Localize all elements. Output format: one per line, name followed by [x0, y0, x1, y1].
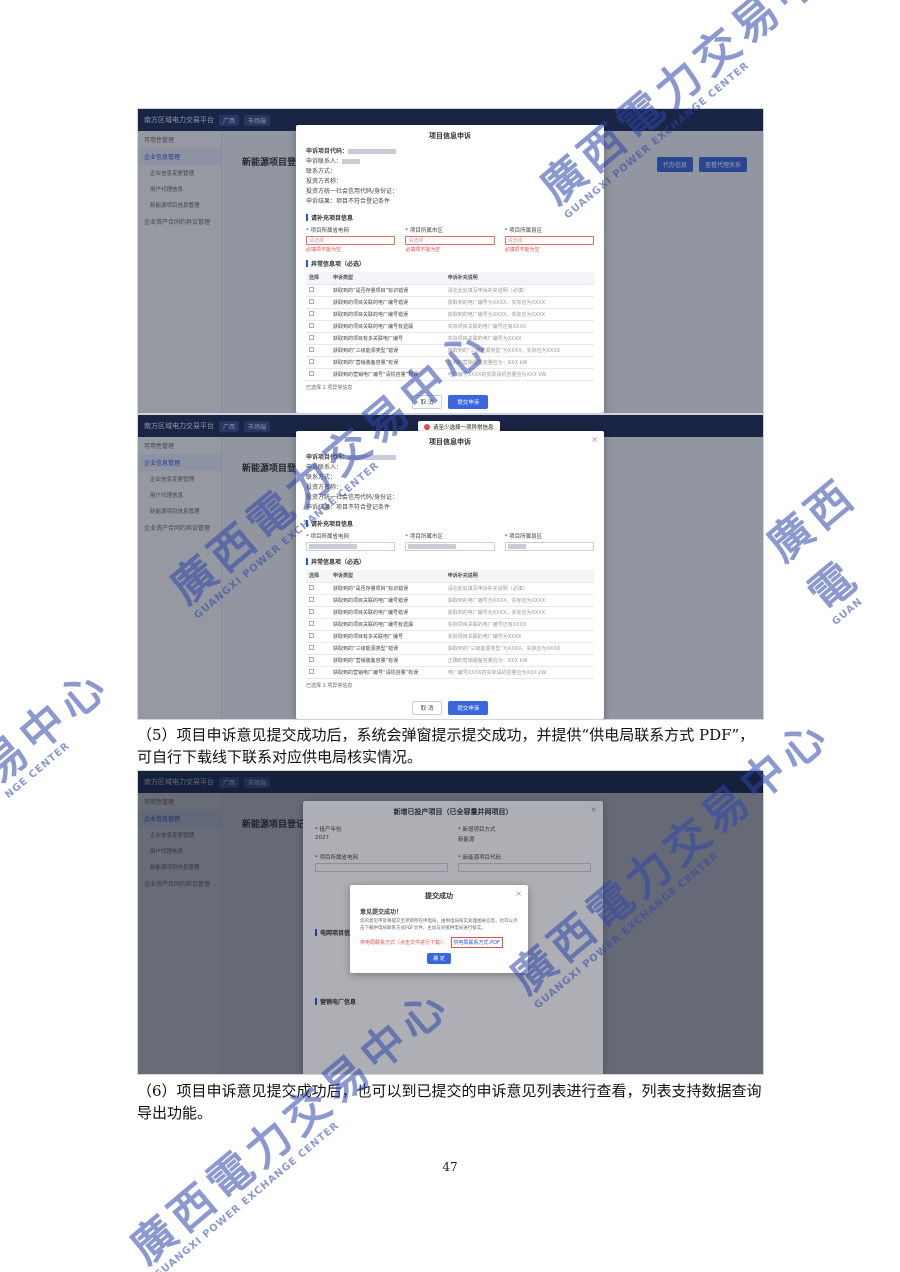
paragraph-step5: （5）项目申诉意见提交成功后，系统会弹窗提示提交成功，并提供“供电局联系方式 P…	[137, 726, 755, 766]
watermark-logo: 易中心 NGE CENTER	[0, 658, 120, 801]
modal-title: 项目信息申诉	[429, 438, 471, 446]
anomaly-table: 选择 申诉类型 申诉补充说明 获取到的“是否存量项目”标识错误 请在此处填写申诉补充说…	[306, 570, 594, 679]
section-title: 异常信息项（必选）	[306, 259, 594, 268]
section-title: 请补充项目信息	[306, 213, 594, 222]
selected-count: 已选择 1 项异常信息	[306, 384, 353, 391]
anomaly-table: 选择 申诉类型 申诉补充说明 获取到的“是否存量项目”标识错误 请在此处填写申诉补…	[306, 272, 594, 381]
table-row: 获取到的项目关联的电厂编号错误 获取到的电厂编号为XXXX，实际应为XXXX	[306, 308, 594, 321]
row-checkbox[interactable]	[309, 632, 314, 638]
row-checkbox[interactable]	[309, 656, 314, 662]
info-row: 投资方名称：	[306, 178, 343, 185]
watermark-logo: 廣西電 GUAN	[757, 468, 870, 628]
table-row: 获取到的项目关联的电厂编号有遗漏 实际项目关联的电厂编号还有XXXX	[306, 320, 594, 333]
county-select[interactable]	[504, 542, 594, 551]
city-select[interactable]	[405, 542, 495, 551]
close-icon[interactable]: ×	[591, 435, 598, 444]
row-checkbox[interactable]	[309, 286, 314, 292]
cancel-button[interactable]: 取 消	[411, 701, 443, 715]
row-checkbox[interactable]	[309, 370, 314, 376]
success-dialog: 提交成功 × 意见提交成功！ 您的意见申诉将提交至项目所在供电局，由供电局核实处…	[350, 885, 528, 973]
link-label: 供电局联系方式（点击文件进行下载）：	[360, 940, 448, 946]
row-checkbox[interactable]	[309, 298, 314, 304]
paragraph-step6: （6）项目申诉意见提交成功后，也可以到已提交的申诉意见列表进行查看，列表支持数据…	[137, 1082, 762, 1122]
info-row: 申诉项目代码：	[306, 147, 594, 157]
page-number: 47	[442, 1160, 458, 1174]
dialog-heading: 意见提交成功！	[360, 909, 403, 916]
row-checkbox[interactable]	[309, 596, 314, 602]
submit-appeal-button[interactable]: 提交申诉	[448, 395, 489, 409]
submit-appeal-button[interactable]: 提交申诉	[448, 701, 489, 715]
table-row: 获取到的“三级能源类型”错误 获取到的“三级能源类型”为XXXX，实际应为XXXX	[306, 344, 594, 357]
province-grid-select[interactable]	[306, 542, 396, 551]
row-checkbox[interactable]	[309, 310, 314, 316]
table-row: 获取到的“营销装备容量”有误 正确的营销装备容量应为：XXX kW	[306, 356, 594, 369]
screenshot-submit-success: 南方区域电力交易平台 广西 市场端 可用性管理 企业信息管理 企业信息变更管理 …	[137, 770, 764, 1075]
table-row: 获取到的项目有多关联电厂编号 实际项目关联的电厂编号为XXXX	[306, 332, 594, 345]
field-error: 必填项不能为空	[306, 247, 342, 253]
info-row: 联系方式：	[306, 168, 337, 175]
column-header: 申诉补充说明	[444, 272, 594, 285]
dialog-body: 您的意见申诉将提交至项目所在供电局，由供电局核实处理相关信息，也可以点击下载供电…	[360, 919, 518, 931]
close-icon[interactable]: ×	[515, 889, 522, 898]
table-row: 获取到的“营销装备容量”有误 正确的营销装备容量应为：XXX kW	[306, 654, 594, 667]
cancel-button[interactable]: 取 消	[411, 395, 443, 409]
error-icon	[424, 424, 430, 430]
row-checkbox[interactable]	[309, 322, 314, 328]
pdf-download-link[interactable]: 供电局联系方式.PDF	[450, 937, 503, 948]
ok-button[interactable]: 确 定	[427, 953, 451, 964]
field-error: 必填项不能为空	[504, 247, 540, 253]
info-row: 投资方统一社会信用代码/身份证：	[306, 188, 399, 195]
appeal-modal: 项目信息申诉 × 申诉项目代码： 申诉联系人： 联系方式： 投资方名称： 投资方…	[296, 431, 604, 719]
column-header: 选择	[306, 272, 330, 285]
row-checkbox[interactable]	[309, 668, 314, 674]
table-row: 获取到的营销电厂编号“请机容量”有误 电厂编号XXXX的实际请机容量应为XXX k…	[306, 368, 594, 381]
table-row: 获取到的项目关联的电厂编号错误 获取到的电厂编号为XXXX，实际应为XXXX	[306, 606, 594, 619]
row-checkbox[interactable]	[309, 584, 314, 590]
dialog-title: 提交成功	[425, 892, 453, 900]
close-icon[interactable]: ×	[591, 129, 598, 138]
modal-title: 项目信息申诉	[429, 132, 471, 140]
row-checkbox[interactable]	[309, 334, 314, 340]
column-header: 申诉类型	[330, 272, 445, 285]
county-select[interactable]: 请选择	[504, 236, 594, 245]
screenshot-appeal-validation: 南方区域电力交易平台 广西 市场端 可用性管理 企业信息管理 企业信息变更管理 …	[137, 414, 764, 720]
table-row: 获取到的项目关联的电厂编号错误 获取到的电厂编号为XXXX，实际应为XXXX	[306, 296, 594, 309]
province-grid-select[interactable]: 请选择	[306, 236, 396, 245]
row-checkbox[interactable]	[309, 346, 314, 352]
row-checkbox[interactable]	[309, 644, 314, 650]
info-row: 申诉结果：项目不符合登记条件	[306, 198, 391, 205]
row-checkbox[interactable]	[309, 358, 314, 364]
table-row: 获取到的“是否存量项目”标识错误 请在此处填写申诉补充说明（必填）	[306, 582, 594, 595]
field-label: * 项目所属市区	[405, 228, 443, 234]
screenshot-appeal-form: 南方区域电力交易平台 广西 市场端 可用性管理 企业信息管理 企业信息变更管理 …	[137, 108, 764, 414]
info-row: 申诉联系人：	[306, 157, 594, 167]
table-row: 获取到的项目关联的电厂编号错误 获取到的电厂编号为XXXX，实际应为XXXX	[306, 594, 594, 607]
field-error: 必填项不能为空	[405, 247, 441, 253]
row-checkbox[interactable]	[309, 620, 314, 626]
table-row: 获取到的“三级能源类型”错误 获取到的“三级能源类型”为XXXX，实际应为XXXX	[306, 642, 594, 655]
table-row: 获取到的营销电厂编号“请机容量”有误 电厂编号XXXX的实际请机容量应为XXX k…	[306, 666, 594, 679]
row-checkbox[interactable]	[309, 608, 314, 614]
table-row: 获取到的项目有多关联电厂编号 实际项目关联的电厂编号为XXXX	[306, 630, 594, 643]
field-label: * 项目所属省电网	[306, 228, 349, 234]
field-label: * 项目所属县区	[504, 228, 543, 234]
appeal-modal: 项目信息申诉 × 申诉项目代码： 申诉联系人： 联系方式： 投资方名称： 投资方…	[296, 125, 604, 413]
table-row: 获取到的“是否存量项目”标识错误 请在此处填写申诉补充说明（必填）	[306, 284, 594, 297]
table-row: 获取到的项目关联的电厂编号有遗漏 实际项目关联的电厂编号还有XXXX	[306, 618, 594, 631]
city-select[interactable]: 请选择	[405, 236, 495, 245]
